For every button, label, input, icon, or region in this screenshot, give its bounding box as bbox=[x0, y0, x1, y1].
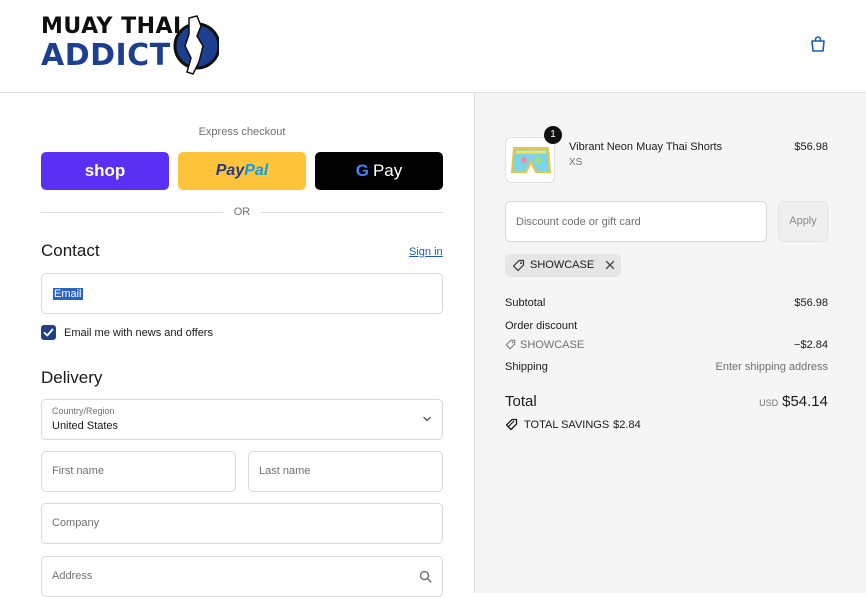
total-label: Total bbox=[505, 393, 537, 410]
delivery-title: Delivery bbox=[41, 368, 103, 387]
or-label: OR bbox=[233, 206, 251, 218]
logo-line1: MUAY THAI bbox=[41, 14, 182, 39]
paypal-button[interactable]: Pay Pal bbox=[178, 152, 306, 190]
tag-icon bbox=[505, 339, 516, 350]
last-name-placeholder: Last name bbox=[259, 465, 311, 477]
applied-code-label: SHOWCASE bbox=[530, 259, 595, 271]
remove-discount-icon[interactable] bbox=[604, 259, 616, 271]
chevron-down-icon bbox=[423, 416, 431, 422]
country-select[interactable]: Country/Region United States bbox=[41, 399, 443, 440]
sign-in-link[interactable]: Sign in bbox=[409, 246, 443, 258]
product-thumbnail bbox=[505, 137, 555, 183]
discount-code-input[interactable]: Discount code or gift card bbox=[505, 201, 767, 242]
shorts-image-icon bbox=[510, 147, 552, 173]
applied-discount-chip: SHOWCASE bbox=[505, 254, 621, 277]
discount-code-label: SHOWCASE bbox=[520, 339, 585, 351]
total-amount: USD $54.14 bbox=[759, 393, 828, 410]
google-g-icon: G bbox=[355, 161, 369, 180]
express-checkout-label: Express checkout bbox=[198, 126, 286, 138]
product-variant: XS bbox=[569, 157, 583, 168]
address-field[interactable]: Address bbox=[41, 556, 443, 597]
search-icon bbox=[419, 570, 432, 583]
paypal-label-part2: Pal bbox=[244, 162, 269, 179]
shipping-label: Shipping bbox=[505, 361, 548, 373]
address-placeholder: Address bbox=[52, 570, 93, 582]
total-savings-row: TOTAL SAVINGS $2.84 bbox=[505, 418, 641, 431]
last-name-field[interactable]: Last name bbox=[248, 451, 443, 492]
tag-icon bbox=[512, 259, 525, 272]
contact-title: Contact bbox=[41, 241, 100, 260]
first-name-placeholder: First name bbox=[52, 465, 104, 477]
product-price: $56.98 bbox=[794, 141, 828, 153]
newsletter-label: Email me with news and offers bbox=[64, 327, 213, 339]
total-value: $54.14 bbox=[782, 393, 828, 410]
or-divider: OR bbox=[41, 206, 443, 218]
fighter-emblem-icon bbox=[173, 15, 219, 75]
discount-code-row: SHOWCASE bbox=[505, 339, 584, 351]
product-name: Vibrant Neon Muay Thai Shorts bbox=[569, 141, 723, 153]
shopping-bag-icon[interactable] bbox=[809, 35, 827, 53]
newsletter-checkbox[interactable] bbox=[41, 325, 56, 340]
savings-value: $2.84 bbox=[613, 419, 641, 431]
company-placeholder: Company bbox=[52, 517, 100, 529]
order-discount-label: Order discount bbox=[505, 320, 578, 332]
shop-pay-label: shop bbox=[84, 161, 126, 180]
email-field[interactable]: Email bbox=[41, 273, 443, 314]
savings-tag-icon bbox=[505, 418, 518, 431]
email-placeholder: Email bbox=[53, 288, 83, 300]
store-logo[interactable]: MUAY THAI ADDICT bbox=[41, 12, 219, 76]
google-pay-label: Pay bbox=[372, 161, 403, 180]
country-label: Country/Region bbox=[52, 406, 115, 416]
total-currency: USD bbox=[759, 398, 779, 408]
subtotal-value: $56.98 bbox=[794, 297, 828, 309]
country-value: United States bbox=[52, 420, 119, 432]
subtotal-label: Subtotal bbox=[505, 297, 546, 309]
google-pay-button[interactable]: G Pay bbox=[315, 152, 443, 190]
logo-line2: ADDICT bbox=[41, 38, 171, 73]
company-field[interactable]: Company bbox=[41, 503, 443, 544]
discount-value: −$2.84 bbox=[794, 339, 828, 351]
apply-discount-button[interactable]: Apply bbox=[778, 201, 828, 242]
savings-label: TOTAL SAVINGS bbox=[524, 419, 610, 431]
quantity-badge: 1 bbox=[544, 126, 562, 144]
shop-pay-button[interactable]: shop bbox=[41, 152, 169, 190]
checkout-form: Express checkout shop Pay Pal G Pay OR Co… bbox=[0, 93, 475, 597]
checkmark-icon bbox=[43, 328, 54, 337]
header: MUAY THAI ADDICT bbox=[0, 0, 866, 93]
order-summary: 1 Vibrant Neon Muay Thai Shorts XS $56.9… bbox=[475, 93, 866, 593]
shipping-value: Enter shipping address bbox=[715, 361, 828, 373]
paypal-label-part1: Pay bbox=[215, 162, 245, 179]
discount-placeholder: Discount code or gift card bbox=[516, 216, 641, 228]
first-name-field[interactable]: First name bbox=[41, 451, 236, 492]
